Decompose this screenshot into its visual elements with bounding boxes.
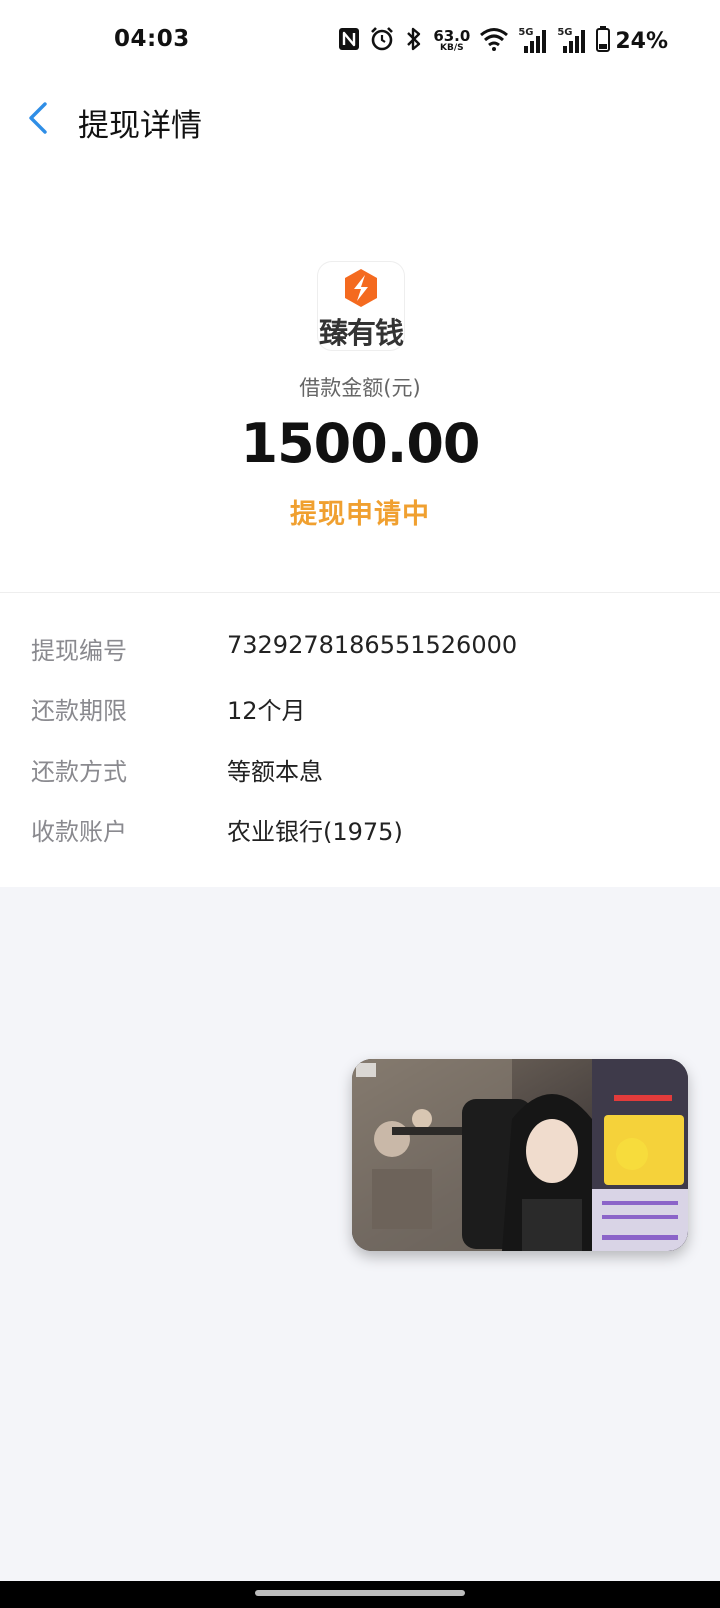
withdrawal-details: 提现编号 7329278186551526000 还款期限 12个月 还款方式 …: [0, 593, 720, 887]
app-name: 臻有钱: [318, 316, 404, 350]
detail-row-repayment-term: 还款期限 12个月: [0, 677, 720, 737]
wifi-icon: [479, 27, 509, 55]
alarm-icon: [369, 26, 395, 56]
detail-value: 农业银行(1975): [227, 818, 403, 846]
status-time: 04:03: [114, 26, 190, 52]
loan-summary: 臻有钱 借款金额(元) 1500.00 提现申请中: [0, 180, 720, 592]
amount-label: 借款金额(元): [299, 376, 421, 400]
navigation-bar: [0, 1581, 720, 1608]
page-title: 提现详情: [78, 108, 202, 144]
battery-percent: 24%: [615, 28, 668, 54]
battery-icon: [596, 26, 611, 56]
amount-value: 1500.00: [240, 412, 481, 475]
header: 提现详情: [0, 80, 720, 180]
detail-row-withdrawal-id: 提现编号 7329278186551526000: [0, 617, 720, 677]
bluetooth-icon: [404, 26, 424, 56]
app-logo: 臻有钱: [318, 262, 404, 350]
detail-label: 收款账户: [31, 818, 127, 846]
detail-row-receiving-account: 收款账户 农业银行(1975): [0, 798, 720, 858]
detail-value: 7329278186551526000: [227, 631, 518, 659]
chevron-left-icon: [26, 101, 50, 139]
net-speed-value: 63.0: [433, 27, 471, 45]
floating-video-window[interactable]: [352, 1059, 688, 1251]
nfc-icon: [338, 27, 360, 55]
net-speed: 63.0 KB/S: [433, 29, 470, 53]
home-indicator[interactable]: [255, 1590, 465, 1596]
net-speed-unit: KB/S: [440, 43, 464, 53]
logo-mark-icon: [343, 268, 379, 312]
status-bar: 04:03 63.0 KB/S 5G 5G 24%: [0, 0, 720, 80]
signal-icon: 5G: [518, 28, 548, 54]
detail-value: 12个月: [227, 697, 306, 725]
status-icons: 63.0 KB/S 5G 5G 24%: [338, 24, 668, 58]
detail-label: 还款方式: [31, 758, 127, 786]
detail-label: 还款期限: [31, 697, 127, 725]
back-button[interactable]: [20, 102, 56, 138]
video-frame-image: [352, 1059, 688, 1251]
withdrawal-status: 提现申请中: [290, 499, 430, 530]
detail-label: 提现编号: [31, 637, 127, 665]
detail-value: 等额本息: [227, 758, 323, 786]
signal-icon: 5G: [557, 28, 587, 54]
detail-row-repayment-method: 还款方式 等额本息: [0, 738, 720, 798]
